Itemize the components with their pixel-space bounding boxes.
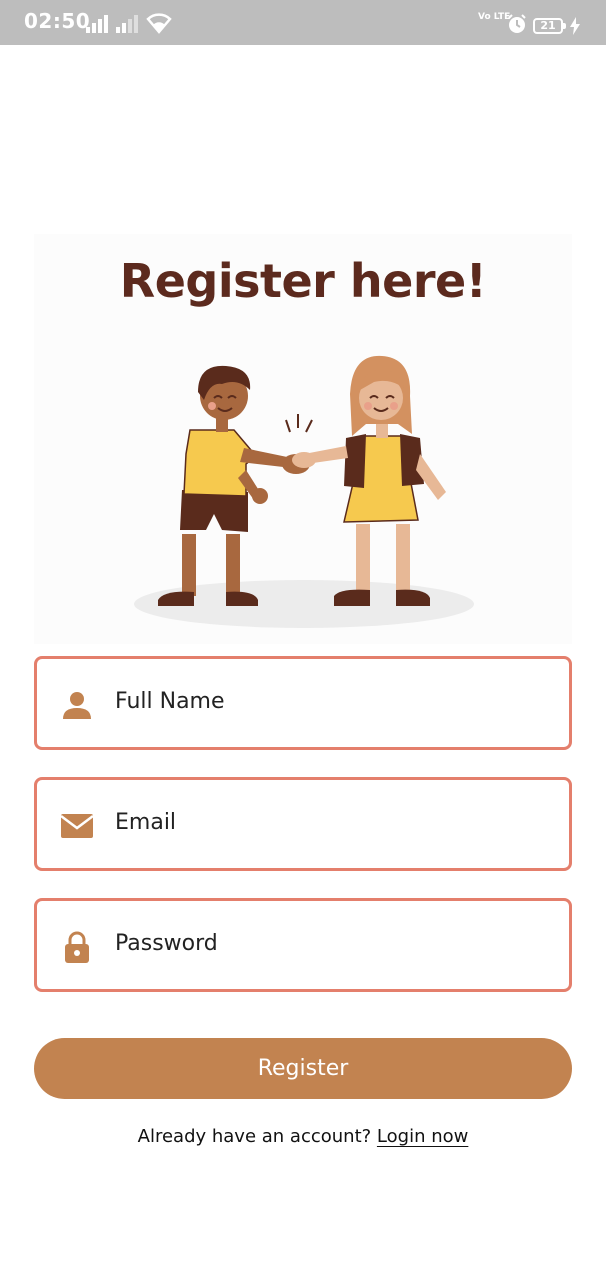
handshake-illustration <box>134 355 474 628</box>
page-title: Register here! <box>119 254 487 308</box>
alarm-icon <box>508 14 526 33</box>
login-prompt: Already have an account? <box>137 1126 372 1147</box>
login-now-link[interactable]: Login now <box>377 1126 468 1147</box>
status-time: 02:50 <box>24 9 91 33</box>
login-prompt-line: Already have an account? Login now <box>0 1126 606 1147</box>
signal-icon <box>116 14 140 33</box>
mail-icon <box>60 814 94 838</box>
register-button[interactable]: Register <box>34 1038 572 1099</box>
signal-icon <box>86 14 110 33</box>
password-field[interactable]: Password <box>34 898 572 992</box>
wifi-icon <box>146 13 172 34</box>
girl-figure <box>304 355 446 606</box>
charging-icon <box>570 17 580 35</box>
hero-banner: Register here! <box>34 234 572 644</box>
boy-figure <box>158 365 292 606</box>
battery-icon: 21 <box>533 18 566 34</box>
password-input[interactable]: Password <box>115 931 218 956</box>
full-name-field[interactable]: Full Name <box>34 656 572 750</box>
email-field[interactable]: Email <box>34 777 572 871</box>
person-icon <box>63 692 91 719</box>
full-name-input[interactable]: Full Name <box>115 689 225 714</box>
handshake <box>282 414 316 474</box>
lock-icon <box>65 931 89 963</box>
status-bar: 02:50 Vo LTE 21 <box>0 0 606 45</box>
email-input[interactable]: Email <box>115 810 176 835</box>
